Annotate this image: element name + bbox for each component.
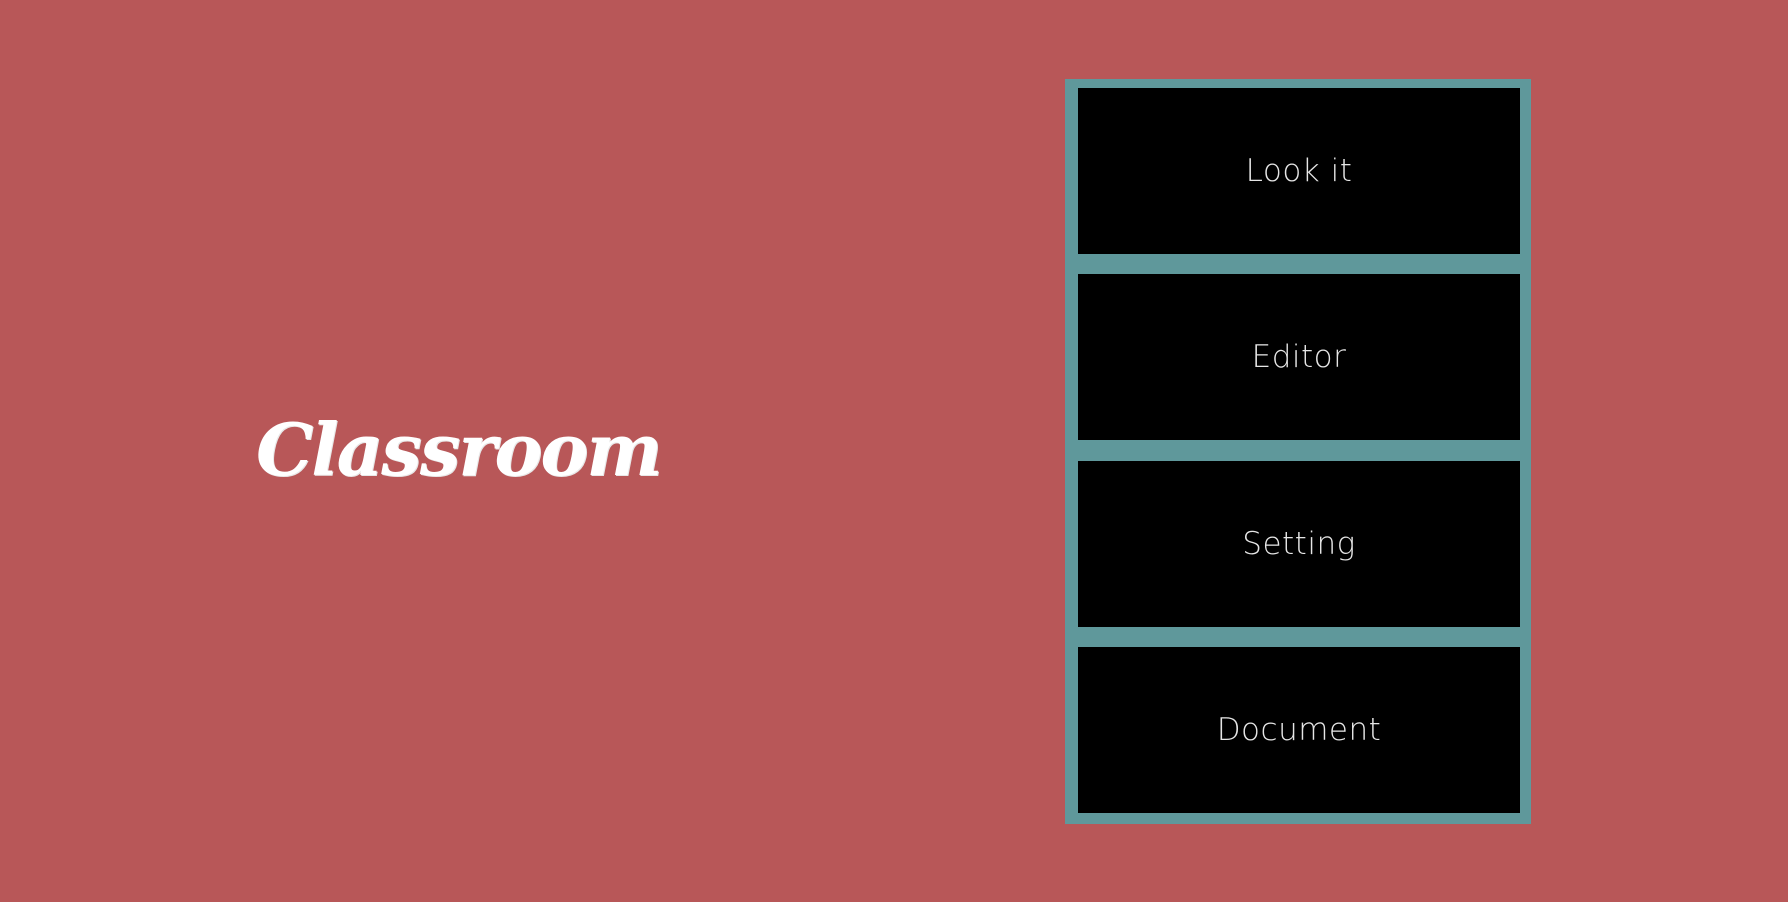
- editor-button[interactable]: Editor: [1078, 274, 1520, 440]
- menu-panel: Look it Editor Setting Document: [1065, 79, 1531, 824]
- document-button[interactable]: Document: [1078, 647, 1520, 813]
- look-it-button[interactable]: Look it: [1078, 88, 1520, 254]
- setting-button[interactable]: Setting: [1078, 461, 1520, 627]
- editor-label: Editor: [1251, 339, 1347, 375]
- setting-label: Setting: [1242, 526, 1356, 562]
- classroom-logo: Classroom: [256, 407, 663, 492]
- look-it-label: Look it: [1245, 153, 1353, 189]
- document-label: Document: [1216, 712, 1382, 748]
